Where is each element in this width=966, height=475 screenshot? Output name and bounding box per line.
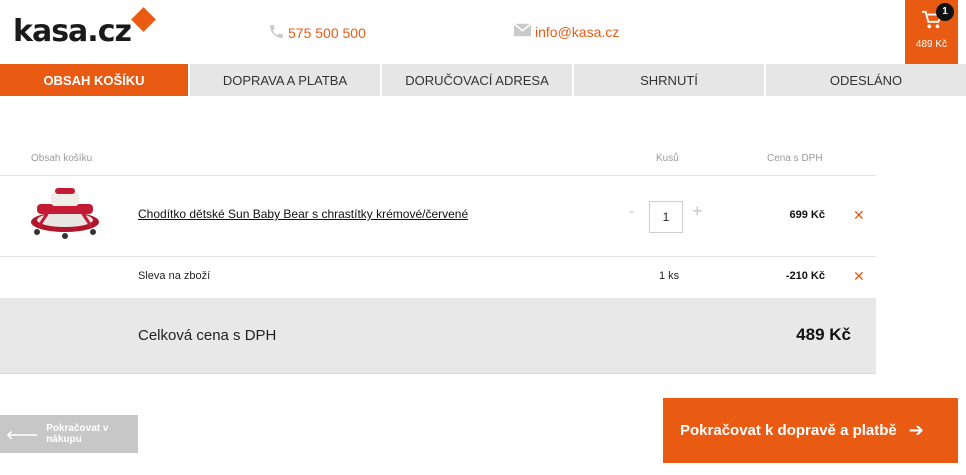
logo-text: kasa.cz bbox=[13, 14, 132, 49]
remove-discount-icon[interactable]: ✕ bbox=[853, 268, 865, 285]
header-cart-button[interactable]: 1 489 Kč bbox=[905, 0, 958, 64]
step-cart-content[interactable]: OBSAH KOŠÍKU bbox=[0, 64, 190, 96]
qty-increase-button[interactable]: + bbox=[692, 201, 703, 222]
cart-table-header: Obsah košíku Kusů Cena s DPH bbox=[0, 150, 876, 176]
total-row: Celková cena s DPH 489 Kč bbox=[0, 298, 876, 374]
cart-count-badge: 1 bbox=[936, 3, 954, 21]
email-contact[interactable]: info@kasa.cz bbox=[513, 23, 619, 40]
phone-icon bbox=[268, 23, 285, 43]
arrow-right-icon: ➔ bbox=[908, 420, 924, 440]
column-content: Obsah košíku bbox=[31, 153, 93, 164]
discount-qty: 1 ks bbox=[659, 270, 680, 282]
logo-mark-icon bbox=[131, 7, 156, 32]
continue-to-shipping-button[interactable]: Pokračovat k dopravě a platbě ➔ bbox=[663, 398, 958, 463]
qty-input[interactable]: 1 bbox=[649, 201, 683, 233]
arrow-left-icon: 🡐 bbox=[6, 427, 39, 442]
continue-shopping-button[interactable]: 🡐 Pokračovat v nákupu bbox=[0, 415, 138, 453]
item-price: 699 Kč bbox=[789, 209, 825, 221]
phone-number: 575 500 500 bbox=[288, 25, 366, 41]
checkout-steps: OBSAH KOŠÍKU DOPRAVA A PLATBA DORUČOVACÍ… bbox=[0, 64, 966, 96]
cart-item-row: Chodítko dětské Sun Baby Bear s chrastít… bbox=[0, 176, 876, 257]
remove-item-icon[interactable]: ✕ bbox=[853, 207, 865, 224]
continue-to-shipping-label: Pokračovat k dopravě a platbě bbox=[680, 422, 897, 439]
discount-label: Sleva na zboží bbox=[138, 270, 211, 282]
discount-row: Sleva na zboží 1 ks -210 Kč ✕ bbox=[0, 257, 876, 298]
email-address: info@kasa.cz bbox=[535, 23, 620, 40]
logo[interactable]: kasa.cz bbox=[13, 7, 156, 50]
step-sent[interactable]: ODESLÁNO bbox=[766, 64, 966, 96]
product-image[interactable] bbox=[27, 184, 103, 246]
total-value: 489 Kč bbox=[796, 325, 851, 344]
product-name-link[interactable]: Chodítko dětské Sun Baby Bear s chrastít… bbox=[138, 207, 468, 221]
step-delivery-address[interactable]: DORUČOVACÍ ADRESA bbox=[382, 64, 574, 96]
step-summary[interactable]: SHRNUTÍ bbox=[574, 64, 766, 96]
continue-shopping-label: Pokračovat v nákupu bbox=[46, 423, 109, 445]
qty-decrease-button[interactable]: - bbox=[629, 203, 634, 221]
discount-price: -210 Kč bbox=[785, 270, 825, 282]
column-qty: Kusů bbox=[656, 153, 679, 164]
mail-icon bbox=[513, 23, 532, 40]
column-price: Cena s DPH bbox=[767, 153, 823, 164]
step-shipping-payment[interactable]: DOPRAVA A PLATBA bbox=[190, 64, 382, 96]
phone-contact[interactable]: 575 500 500 bbox=[268, 23, 366, 43]
cart-total: 489 Kč bbox=[915, 39, 948, 50]
total-label: Celková cena s DPH bbox=[138, 327, 277, 344]
site-header: kasa.cz 575 500 500 info@kasa.cz 1 489 K… bbox=[0, 0, 966, 64]
